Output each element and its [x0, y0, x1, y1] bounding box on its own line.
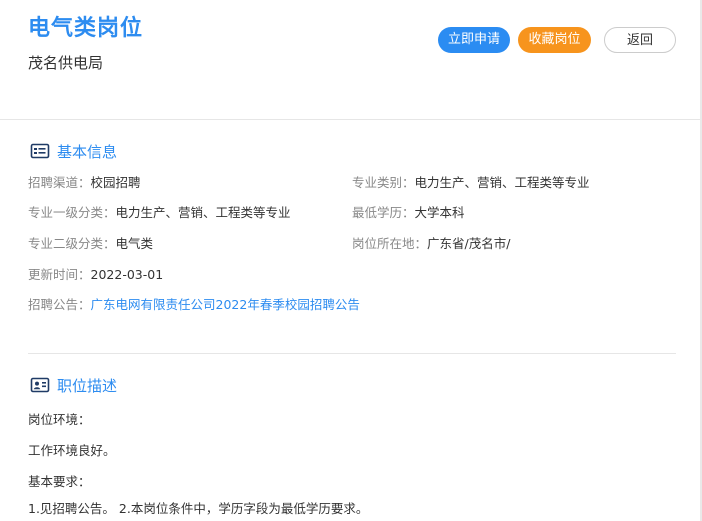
- apply-button[interactable]: 立即申请: [438, 27, 510, 53]
- job-desc-heading: 职位描述: [30, 375, 117, 395]
- info-value: 电力生产、营销、工程类等专业: [115, 205, 291, 220]
- info-value: 大学本科: [414, 205, 465, 220]
- requirements-text: 1.见招聘公告。 2.本岗位条件中，学历字段为最低学历要求。: [28, 501, 369, 516]
- basic-info-heading: 基本信息: [30, 141, 117, 161]
- job-title: 电气类岗位: [28, 16, 144, 41]
- info-major-category: 专业类别：电力生产、营销、工程类等专业: [352, 172, 590, 191]
- info-updated-time: 更新时间：2022-03-01: [28, 264, 163, 283]
- env-text: 工作环境良好。: [28, 443, 116, 458]
- info-key: 更新时间：: [28, 267, 91, 282]
- info-value: 电气类: [115, 236, 154, 251]
- info-value: 电力生产、营销、工程类等专业: [414, 175, 590, 190]
- info-key: 专业类别：: [352, 175, 415, 190]
- company-name: 茂名供电局: [28, 54, 104, 72]
- favorite-button[interactable]: 收藏岗位: [518, 27, 591, 53]
- info-value: 2022-03-01: [90, 267, 164, 282]
- person-card-icon: [30, 375, 50, 395]
- info-min-education: 最低学历：大学本科: [352, 202, 465, 221]
- job-header: 电气类岗位 茂名供电局 立即申请 收藏岗位 返回: [0, 0, 702, 120]
- info-recruit-channel: 招聘渠道：校园招聘: [28, 172, 141, 191]
- info-key: 岗位所在地：: [352, 236, 428, 251]
- id-card-icon: [30, 141, 50, 161]
- env-label: 岗位环境：: [28, 412, 91, 427]
- notice-link[interactable]: 广东电网有限责任公司2022年春季校园招聘公告: [91, 297, 360, 312]
- info-notice: 招聘公告：广东电网有限责任公司2022年春季校园招聘公告: [28, 294, 360, 313]
- info-location: 岗位所在地：广东省/茂名市/: [352, 233, 510, 252]
- info-value: 校园招聘: [90, 175, 141, 190]
- info-key: 招聘渠道：: [28, 175, 91, 190]
- section-divider: [28, 353, 676, 354]
- info-key: 专业二级分类：: [28, 236, 116, 251]
- info-key: 最低学历：: [352, 205, 415, 220]
- requirements-label: 基本要求：: [28, 474, 91, 489]
- info-key: 专业一级分类：: [28, 205, 116, 220]
- info-major-l2: 专业二级分类：电气类: [28, 233, 153, 252]
- basic-info-title: 基本信息: [57, 142, 118, 161]
- info-major-l1: 专业一级分类：电力生产、营销、工程类等专业: [28, 202, 291, 221]
- info-value: 广东省/茂名市/: [427, 236, 511, 251]
- info-key: 招聘公告：: [28, 297, 91, 312]
- back-button[interactable]: 返回: [604, 27, 676, 53]
- job-desc-title: 职位描述: [57, 376, 118, 395]
